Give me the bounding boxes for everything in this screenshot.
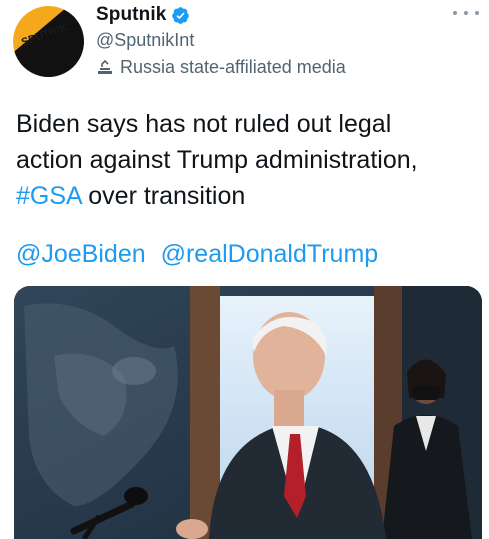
tweet-text-line-3-rest: over transition (81, 182, 246, 210)
author-name-row[interactable]: Sputnik (96, 2, 190, 28)
affiliation-label-text: Russia state-affiliated media (120, 56, 346, 77)
avatar[interactable]: SPUTNIK (13, 6, 84, 77)
tweet-text: Biden says has not ruled out legal actio… (16, 106, 476, 214)
hashtag-link[interactable]: #GSA (16, 182, 81, 210)
tweet-text-line-3: #GSA over transition (16, 178, 476, 214)
mention-link-realdonaldtrump[interactable]: @realDonaldTrump (161, 240, 379, 268)
state-media-label[interactable]: Russia state-affiliated media (96, 55, 346, 79)
tweet-text-line-1: Biden says has not ruled out legal (16, 110, 392, 138)
more-options-icon[interactable] (453, 6, 479, 20)
state-media-label-icon (96, 58, 114, 76)
tweet: SPUTNIK Sputnik @SputnikInt Russia state… (0, 0, 489, 539)
mention-link-joebiden[interactable]: @JoeBiden (16, 240, 146, 268)
verified-badge-icon (171, 6, 190, 25)
mentions: @JoeBiden @realDonaldTrump (16, 236, 378, 272)
author-handle[interactable]: @SputnikInt (96, 30, 194, 51)
tweet-text-line-2: action against Trump administration, (16, 146, 418, 174)
tweet-photo[interactable] (14, 286, 482, 539)
display-name[interactable]: Sputnik (96, 4, 166, 26)
